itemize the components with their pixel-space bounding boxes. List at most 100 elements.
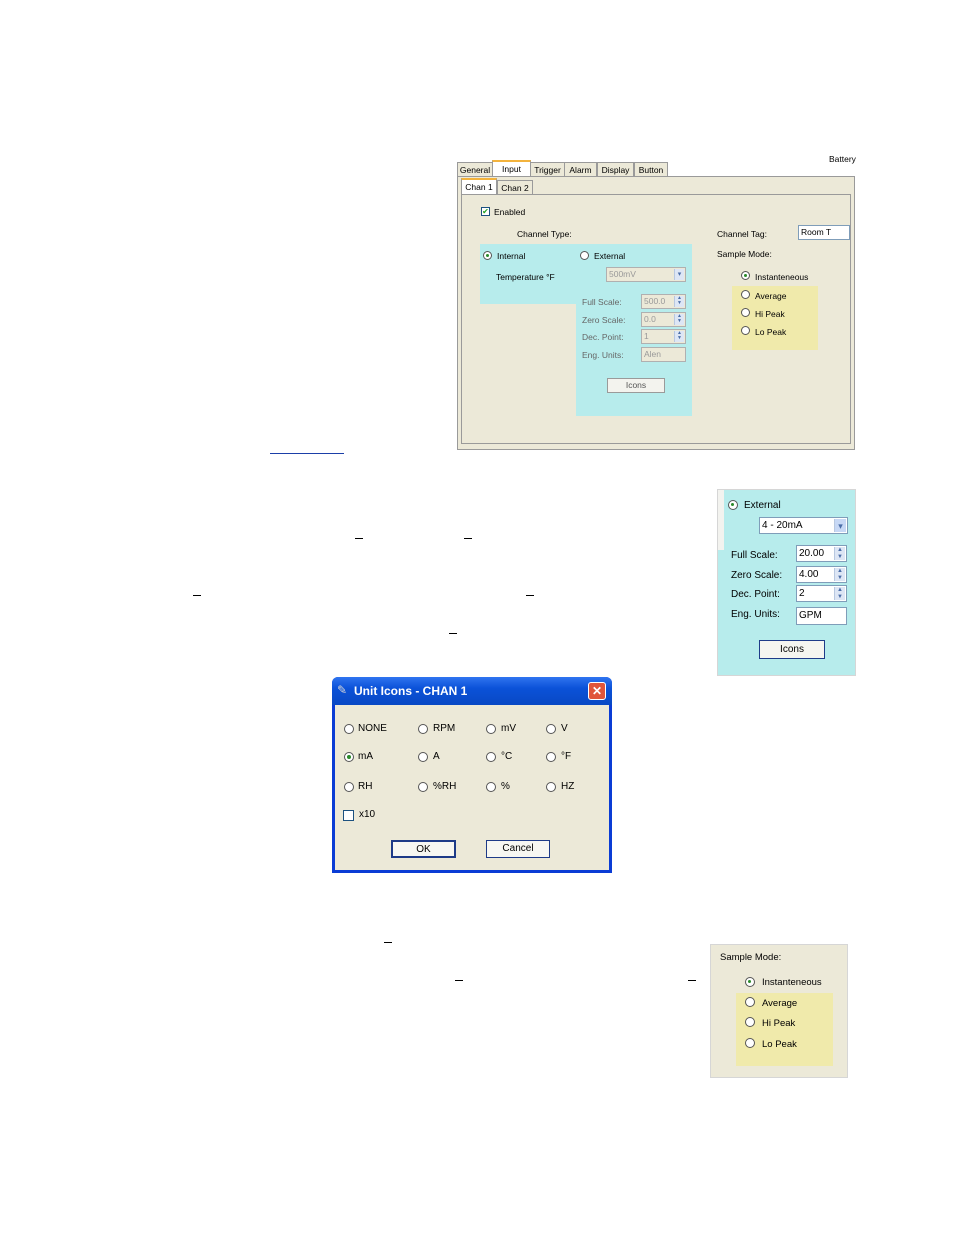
doc-underscore-mark (464, 538, 472, 539)
sample-mode-hi-peak-radio[interactable] (745, 1017, 755, 1027)
unit-radio-v[interactable] (546, 724, 556, 734)
sample-mode-average-radio[interactable] (741, 290, 750, 299)
sample-mode-instanteneous-radio[interactable] (741, 271, 750, 280)
full-scale-label: Full Scale: (582, 297, 622, 307)
doc-underscore-mark (384, 942, 392, 943)
unit-radio-mv[interactable] (486, 724, 496, 734)
icons-button[interactable]: Icons (759, 640, 825, 659)
zero-scale-input[interactable]: 4.00 ▲ ▼ (796, 566, 847, 583)
unit-radio-rh[interactable] (344, 782, 354, 792)
full-scale-value: 500.0 (644, 296, 666, 306)
tab-trigger[interactable]: Trigger (530, 162, 565, 177)
internal-label: Internal (497, 251, 526, 261)
sample-mode-lo-peak-radio[interactable] (741, 326, 750, 335)
eng-units-input[interactable]: GPM (796, 607, 847, 625)
zero-scale-label: Zero Scale: (731, 570, 783, 581)
unit-label-hz: HZ (561, 781, 575, 792)
sample-mode-panel: Sample Mode: Instanteneous Average Hi Pe… (710, 944, 848, 1078)
external-scaling-panel: External 4 - 20mA ▾ Full Scale: 20.00 ▲ ▼… (717, 489, 856, 676)
doc-underscore-mark (193, 595, 201, 596)
unit-label-fahrenheit: °F (561, 751, 572, 762)
ok-button[interactable]: OK (391, 840, 456, 858)
cancel-button[interactable]: Cancel (486, 840, 550, 858)
range-select[interactable]: 4 - 20mA ▾ (759, 517, 848, 534)
doc-underscore-mark (355, 538, 363, 539)
zero-scale-input[interactable]: 0.0 ▲ ▼ (641, 312, 686, 327)
icons-button[interactable]: Icons (607, 378, 665, 393)
chevron-down-icon[interactable]: ▾ (834, 519, 846, 532)
spinner-icon[interactable]: ▲ ▼ (834, 547, 845, 560)
panel-edge (718, 490, 724, 550)
internal-radio[interactable] (483, 251, 492, 260)
input-tab-page: Chan 1 Chan 2 ✔ Enabled Channel Type: In… (457, 176, 855, 450)
spinner-icon[interactable]: ▲ ▼ (834, 568, 845, 581)
chan-1-page: ✔ Enabled Channel Type: Internal Tempera… (461, 194, 851, 444)
spinner-icon[interactable]: ▲ ▼ (674, 296, 684, 307)
dialog-titlebar[interactable]: ✎ Unit Icons - CHAN 1 ✕ (332, 677, 612, 705)
unit-radio-hz[interactable] (546, 782, 556, 792)
spinner-icon[interactable]: ▲ ▼ (674, 331, 684, 342)
unit-radio-rpm[interactable] (418, 724, 428, 734)
tab-general[interactable]: General (457, 162, 493, 177)
external-label: External (744, 500, 781, 511)
sample-mode-average-label: Average (762, 998, 798, 1009)
external-radio[interactable] (580, 251, 589, 260)
tab-alarm[interactable]: Alarm (564, 162, 597, 177)
full-scale-input[interactable]: 20.00 ▲ ▼ (796, 545, 847, 562)
unit-radio-none[interactable] (344, 724, 354, 734)
close-icon[interactable]: ✕ (588, 682, 606, 700)
input-settings-panel: Battery General Input Trigger Alarm Disp… (455, 154, 857, 450)
unit-label-v: V (561, 723, 568, 734)
tab-button[interactable]: Button (634, 162, 668, 177)
unit-radio-a[interactable] (418, 752, 428, 762)
tab-display[interactable]: Display (597, 162, 634, 177)
dec-point-label: Dec. Point: (731, 589, 780, 600)
sample-mode-instanteneous-radio[interactable] (745, 977, 755, 987)
unit-radio-pct-rh[interactable] (418, 782, 428, 792)
range-value: 4 - 20mA (762, 520, 803, 531)
dec-point-input[interactable]: 2 ▲ ▼ (796, 585, 847, 602)
sample-mode-instanteneous-label: Instanteneous (762, 977, 822, 988)
battery-label: Battery (829, 154, 856, 164)
unit-radio-ma[interactable] (344, 752, 354, 762)
unit-radio-celsius[interactable] (486, 752, 496, 762)
document-link-underline (270, 453, 344, 454)
eng-units-label: Eng. Units: (731, 609, 780, 620)
external-radio[interactable] (728, 500, 738, 510)
dec-point-input[interactable]: 1 ▲ ▼ (641, 329, 686, 344)
spinner-icon[interactable]: ▲ ▼ (834, 587, 845, 600)
full-scale-input[interactable]: 500.0 ▲ ▼ (641, 294, 686, 309)
dec-point-value: 1 (644, 331, 649, 341)
unit-icons-dialog: ✎ Unit Icons - CHAN 1 ✕ NONE RPM mV V mA… (332, 677, 612, 873)
x10-checkbox[interactable] (343, 810, 354, 821)
range-value: 500mV (609, 269, 636, 279)
enabled-label: Enabled (494, 207, 526, 217)
channel-tag-input[interactable]: Room T (798, 225, 850, 240)
full-scale-label: Full Scale: (731, 550, 778, 561)
range-select[interactable]: 500mV ▾ (606, 267, 686, 282)
zero-scale-value: 4.00 (799, 569, 819, 580)
enabled-checkbox[interactable]: ✔ (481, 207, 490, 216)
unit-label-rh: RH (358, 781, 373, 792)
channel-type-label: Channel Type: (517, 229, 572, 239)
sample-mode-label: Sample Mode: (717, 249, 772, 259)
dec-point-label: Dec. Point: (582, 332, 624, 342)
sample-mode-average-radio[interactable] (745, 997, 755, 1007)
sample-mode-hi-peak-radio[interactable] (741, 308, 750, 317)
unit-radio-percent[interactable] (486, 782, 496, 792)
unit-radio-fahrenheit[interactable] (546, 752, 556, 762)
unit-label-percent: % (501, 781, 510, 792)
chevron-down-icon[interactable]: ▾ (674, 269, 684, 280)
eng-units-input[interactable]: Alen (641, 347, 686, 362)
sample-mode-lo-peak-radio[interactable] (745, 1038, 755, 1048)
dec-point-value: 2 (799, 588, 805, 599)
doc-underscore-mark (455, 980, 463, 981)
sample-mode-lo-peak-label: Lo Peak (755, 327, 787, 337)
tab-chan-2[interactable]: Chan 2 (497, 180, 533, 195)
channel-tag-label: Channel Tag: (717, 229, 767, 239)
unit-label-celsius: °C (501, 751, 513, 762)
unit-label-rpm: RPM (433, 723, 456, 734)
spinner-icon[interactable]: ▲ ▼ (674, 314, 684, 325)
doc-underscore-mark (449, 633, 457, 634)
zero-scale-value: 0.0 (644, 314, 656, 324)
